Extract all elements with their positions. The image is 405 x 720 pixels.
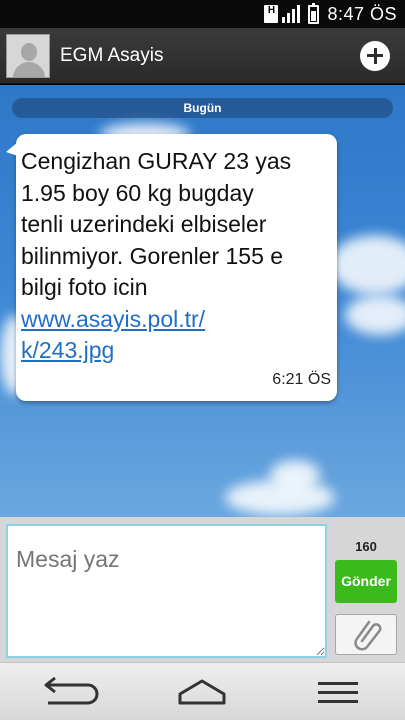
conversation-area[interactable]: Bugün Cengizhan GURAY 23 yas 1.95 boy 60… [0, 85, 405, 517]
compose-area: 160 Gönder [0, 517, 405, 662]
wallpaper-cloud [330, 235, 405, 295]
wallpaper-cloud [345, 295, 405, 335]
home-button[interactable] [152, 673, 252, 713]
message-line: bilgi foto icin [21, 274, 148, 300]
paperclip-icon [354, 620, 382, 651]
message-link-line[interactable]: k/243.jpg [21, 337, 114, 363]
signal-icon [282, 5, 301, 23]
message-line: 1.95 boy 60 kg bugday [21, 179, 254, 206]
message-line: bilinmiyor. Gorenler 155 e [21, 242, 284, 269]
char-counter: 160 [355, 539, 377, 554]
contact-avatar-icon[interactable] [6, 33, 50, 78]
back-button[interactable] [18, 673, 118, 713]
navigation-bar [0, 662, 405, 720]
send-button[interactable]: Gönder [335, 560, 397, 603]
home-icon [178, 679, 226, 705]
add-icon[interactable] [360, 40, 390, 71]
message-line: tenli uzerindeki elbiseler [21, 211, 267, 237]
menu-button[interactable] [288, 673, 388, 713]
conversation-header: EGM Asayis [0, 28, 405, 84]
network-type-icon: H [264, 5, 279, 23]
message-bubble[interactable]: Cengizhan GURAY 23 yas 1.95 boy 60 kg bu… [6, 134, 337, 401]
attach-button[interactable] [335, 614, 397, 655]
menu-icon [318, 682, 358, 703]
message-input[interactable] [6, 524, 327, 658]
message-link-line[interactable]: www.asayis.pol.tr/ [21, 306, 205, 332]
date-separator: Bugün [12, 98, 393, 118]
message-line: Cengizhan GURAY 23 yas [21, 148, 292, 174]
message-text: Cengizhan GURAY 23 yas 1.95 boy 60 kg bu… [21, 146, 323, 367]
message-link[interactable]: www.asayis.pol.tr/ k/243.jpg [21, 304, 323, 367]
status-bar: H 8:47 ÖS [0, 0, 405, 28]
battery-icon [308, 2, 320, 24]
back-icon [44, 676, 99, 705]
wallpaper-cloud [270, 460, 320, 490]
status-time: 8:47 ÖS [327, 3, 397, 24]
contact-name[interactable]: EGM Asayis [60, 45, 360, 67]
message-time: 6:21 ÖS [272, 371, 331, 388]
